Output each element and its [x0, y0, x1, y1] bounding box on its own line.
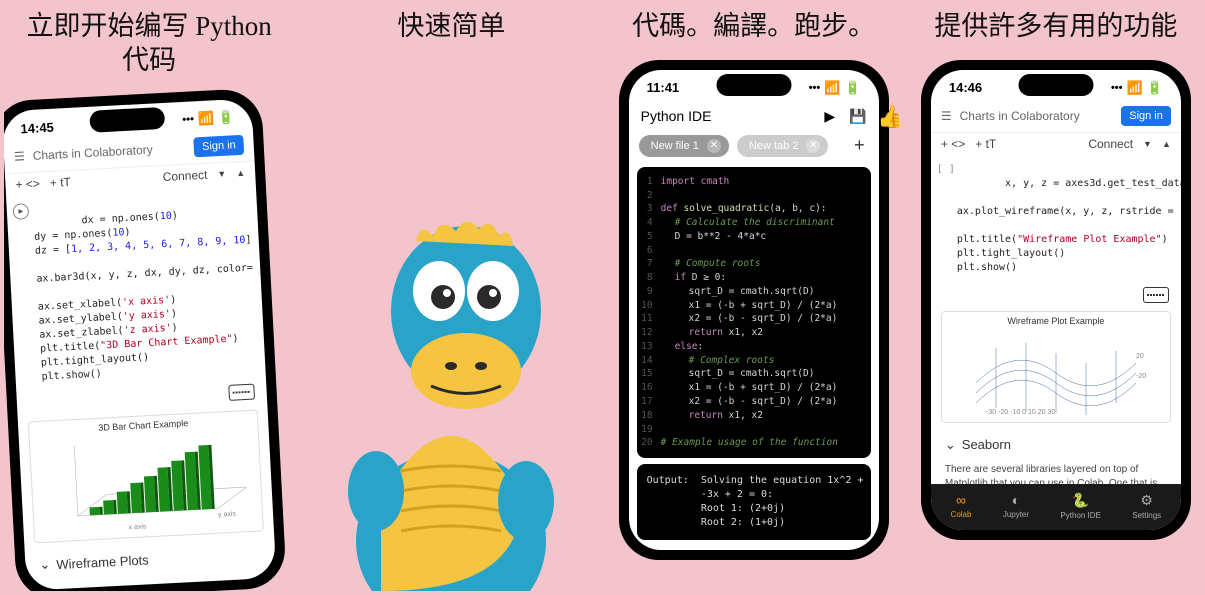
- menu-icon[interactable]: ☰: [14, 149, 25, 164]
- cell-bracket: [ ]: [33, 586, 52, 590]
- svg-text:20: 20: [1136, 353, 1144, 360]
- wifi-icon: 📶: [1127, 80, 1143, 96]
- jupyter-icon: ◐: [1012, 492, 1020, 508]
- nav-colab[interactable]: ∞Colab: [951, 492, 972, 520]
- phone-frame-3: 11:41 •••📶🔋 Python IDE ▶ 💾 New file 1✕ Ne…: [619, 60, 889, 560]
- cell-bracket: [ ]: [937, 163, 955, 177]
- thumbs-up-icon: 👍: [877, 104, 898, 130]
- chevron-up-icon[interactable]: ▲: [236, 167, 245, 177]
- svg-text:-20: -20: [1136, 373, 1146, 380]
- output-console: Output: Solving the equation 1x^2 + -3x …: [637, 464, 871, 540]
- svg-text:-30 -20 -10 0 10 20 30: -30 -20 -10 0 10 20 30: [986, 409, 1055, 416]
- wifi-icon: 📶: [824, 80, 840, 96]
- wireframe-chart: -30 -20 -10 0 10 20 30 20 -20: [956, 328, 1156, 418]
- notch: [89, 106, 165, 132]
- headline-1: 立即开始编写 Python 代码: [4, 4, 294, 86]
- section-seaborn[interactable]: ⌄ Seaborn: [931, 427, 1181, 459]
- add-tab-button[interactable]: +: [854, 135, 869, 156]
- phone-frame-4: 14:46 ••• 📶🔋 ☰ Charts in Colaboratory Sig…: [921, 60, 1191, 540]
- signin-button[interactable]: Sign in: [194, 134, 245, 157]
- clock: 14:45: [20, 119, 54, 136]
- code-cell-wf[interactable]: [ ]x, y, z = axes3d.get_test_data() ax.p…: [931, 155, 1181, 307]
- headline-2: 快速简单: [389, 4, 513, 52]
- add-text-button[interactable]: + tT: [975, 137, 996, 151]
- add-code-button[interactable]: + <>: [941, 137, 965, 151]
- nav-ide[interactable]: 🐍Python IDE: [1060, 492, 1100, 520]
- chevron-down-icon[interactable]: ▼: [1143, 139, 1152, 149]
- wifi-icon: 📶: [198, 110, 215, 127]
- promo-panel-4: 提供許多有用的功能 14:46 ••• 📶🔋 ☰ Charts in Colabo…: [911, 4, 1201, 591]
- connect-button[interactable]: Connect: [1088, 137, 1133, 151]
- notch: [716, 74, 791, 96]
- tab-1[interactable]: New file 1✕: [639, 135, 729, 157]
- connect-button[interactable]: Connect: [162, 167, 207, 183]
- ide-header: Python IDE ▶ 💾: [629, 100, 879, 129]
- status-icons: ••• 📶🔋: [182, 109, 235, 128]
- signal-icon: •••: [1111, 82, 1123, 94]
- python-icon: 🐍: [1072, 492, 1089, 509]
- chart-title: Wireframe Plot Example: [946, 316, 1166, 326]
- phone-frame-1: 14:45 ••• 📶🔋 ☰ Charts in Colaboratory Sig…: [4, 87, 287, 591]
- keyboard-icon[interactable]: [1143, 287, 1169, 303]
- run-button[interactable]: ▶: [13, 203, 30, 220]
- add-text-button[interactable]: + tT: [50, 174, 72, 189]
- bottom-nav: ∞Colab ◐Jupyter 🐍Python IDE ⚙Settings: [931, 484, 1181, 530]
- svg-text:x axis: x axis: [129, 523, 148, 531]
- status-icons: ••• 📶🔋: [1111, 80, 1163, 96]
- promo-panel-3: 代碼。編譯。跑步。 👍 11:41 •••📶🔋 Python IDE ▶ 💾 Ne…: [609, 4, 899, 591]
- bar3d-chart: x axis y axis: [44, 427, 249, 537]
- colab-icon: ∞: [956, 492, 966, 508]
- notch: [1018, 74, 1093, 96]
- keyboard-icon[interactable]: [228, 383, 255, 400]
- promo-panel-1: 立即开始编写 Python 代码 14:45 ••• 📶🔋 ☰ Charts in…: [4, 4, 294, 591]
- add-code-button[interactable]: + <>: [15, 176, 40, 191]
- chevron-down-icon[interactable]: ▼: [217, 168, 226, 178]
- close-icon[interactable]: ✕: [707, 139, 721, 153]
- doc-title: Charts in Colaboratory: [960, 109, 1080, 123]
- battery-icon: 🔋: [844, 80, 860, 96]
- chevron-down-icon: ⌄: [39, 556, 51, 573]
- nav-jupyter[interactable]: ◐Jupyter: [1003, 492, 1029, 520]
- doc-title: Charts in Colaboratory: [33, 142, 154, 162]
- run-icon[interactable]: ▶: [824, 108, 835, 125]
- chevron-up-icon[interactable]: ▲: [1162, 139, 1171, 149]
- clock: 11:41: [647, 80, 680, 95]
- status-icons: •••📶🔋: [809, 80, 861, 96]
- close-icon[interactable]: ✕: [806, 139, 820, 153]
- tabs-bar: New file 1✕ New tab 2✕ +: [629, 129, 879, 163]
- ide-title: Python IDE: [641, 108, 712, 124]
- svg-text:y axis: y axis: [218, 510, 237, 518]
- chart-output-1: 3D Bar Chart Example x axis y axis: [28, 409, 264, 543]
- code-cell-1[interactable]: ▶dx = np.ones(10) dy = np.ones(10) dz = …: [6, 183, 267, 418]
- signal-icon: •••: [809, 82, 821, 94]
- clock: 14:46: [949, 80, 982, 95]
- signin-button[interactable]: Sign in: [1121, 106, 1171, 126]
- battery-icon: 🔋: [218, 109, 235, 126]
- promo-panel-2: 快速简单: [306, 4, 596, 591]
- chevron-down-icon: ⌄: [945, 437, 956, 453]
- gear-icon: ⚙: [1140, 492, 1153, 509]
- signal-icon: •••: [182, 113, 194, 126]
- chart-output-wf: Wireframe Plot Example -30 -20 -10 0 10 …: [941, 311, 1171, 423]
- tab-2[interactable]: New tab 2✕: [737, 135, 829, 157]
- toolbar: + <> + tT Connect ▼ ▲: [931, 133, 1181, 155]
- menu-icon[interactable]: ☰: [941, 109, 952, 123]
- save-icon[interactable]: 💾: [849, 108, 866, 125]
- colab-header: ☰ Charts in Colaboratory Sign in: [931, 100, 1181, 133]
- code-editor[interactable]: 1import cmath 2 3def solve_quadratic(a, …: [637, 167, 871, 458]
- nav-settings[interactable]: ⚙Settings: [1132, 492, 1161, 520]
- headline-3: 代碼。編譯。跑步。: [624, 4, 883, 52]
- headline-4: 提供許多有用的功能: [926, 4, 1185, 52]
- dinosaur-mascot: [321, 171, 581, 591]
- battery-icon: 🔋: [1147, 80, 1163, 96]
